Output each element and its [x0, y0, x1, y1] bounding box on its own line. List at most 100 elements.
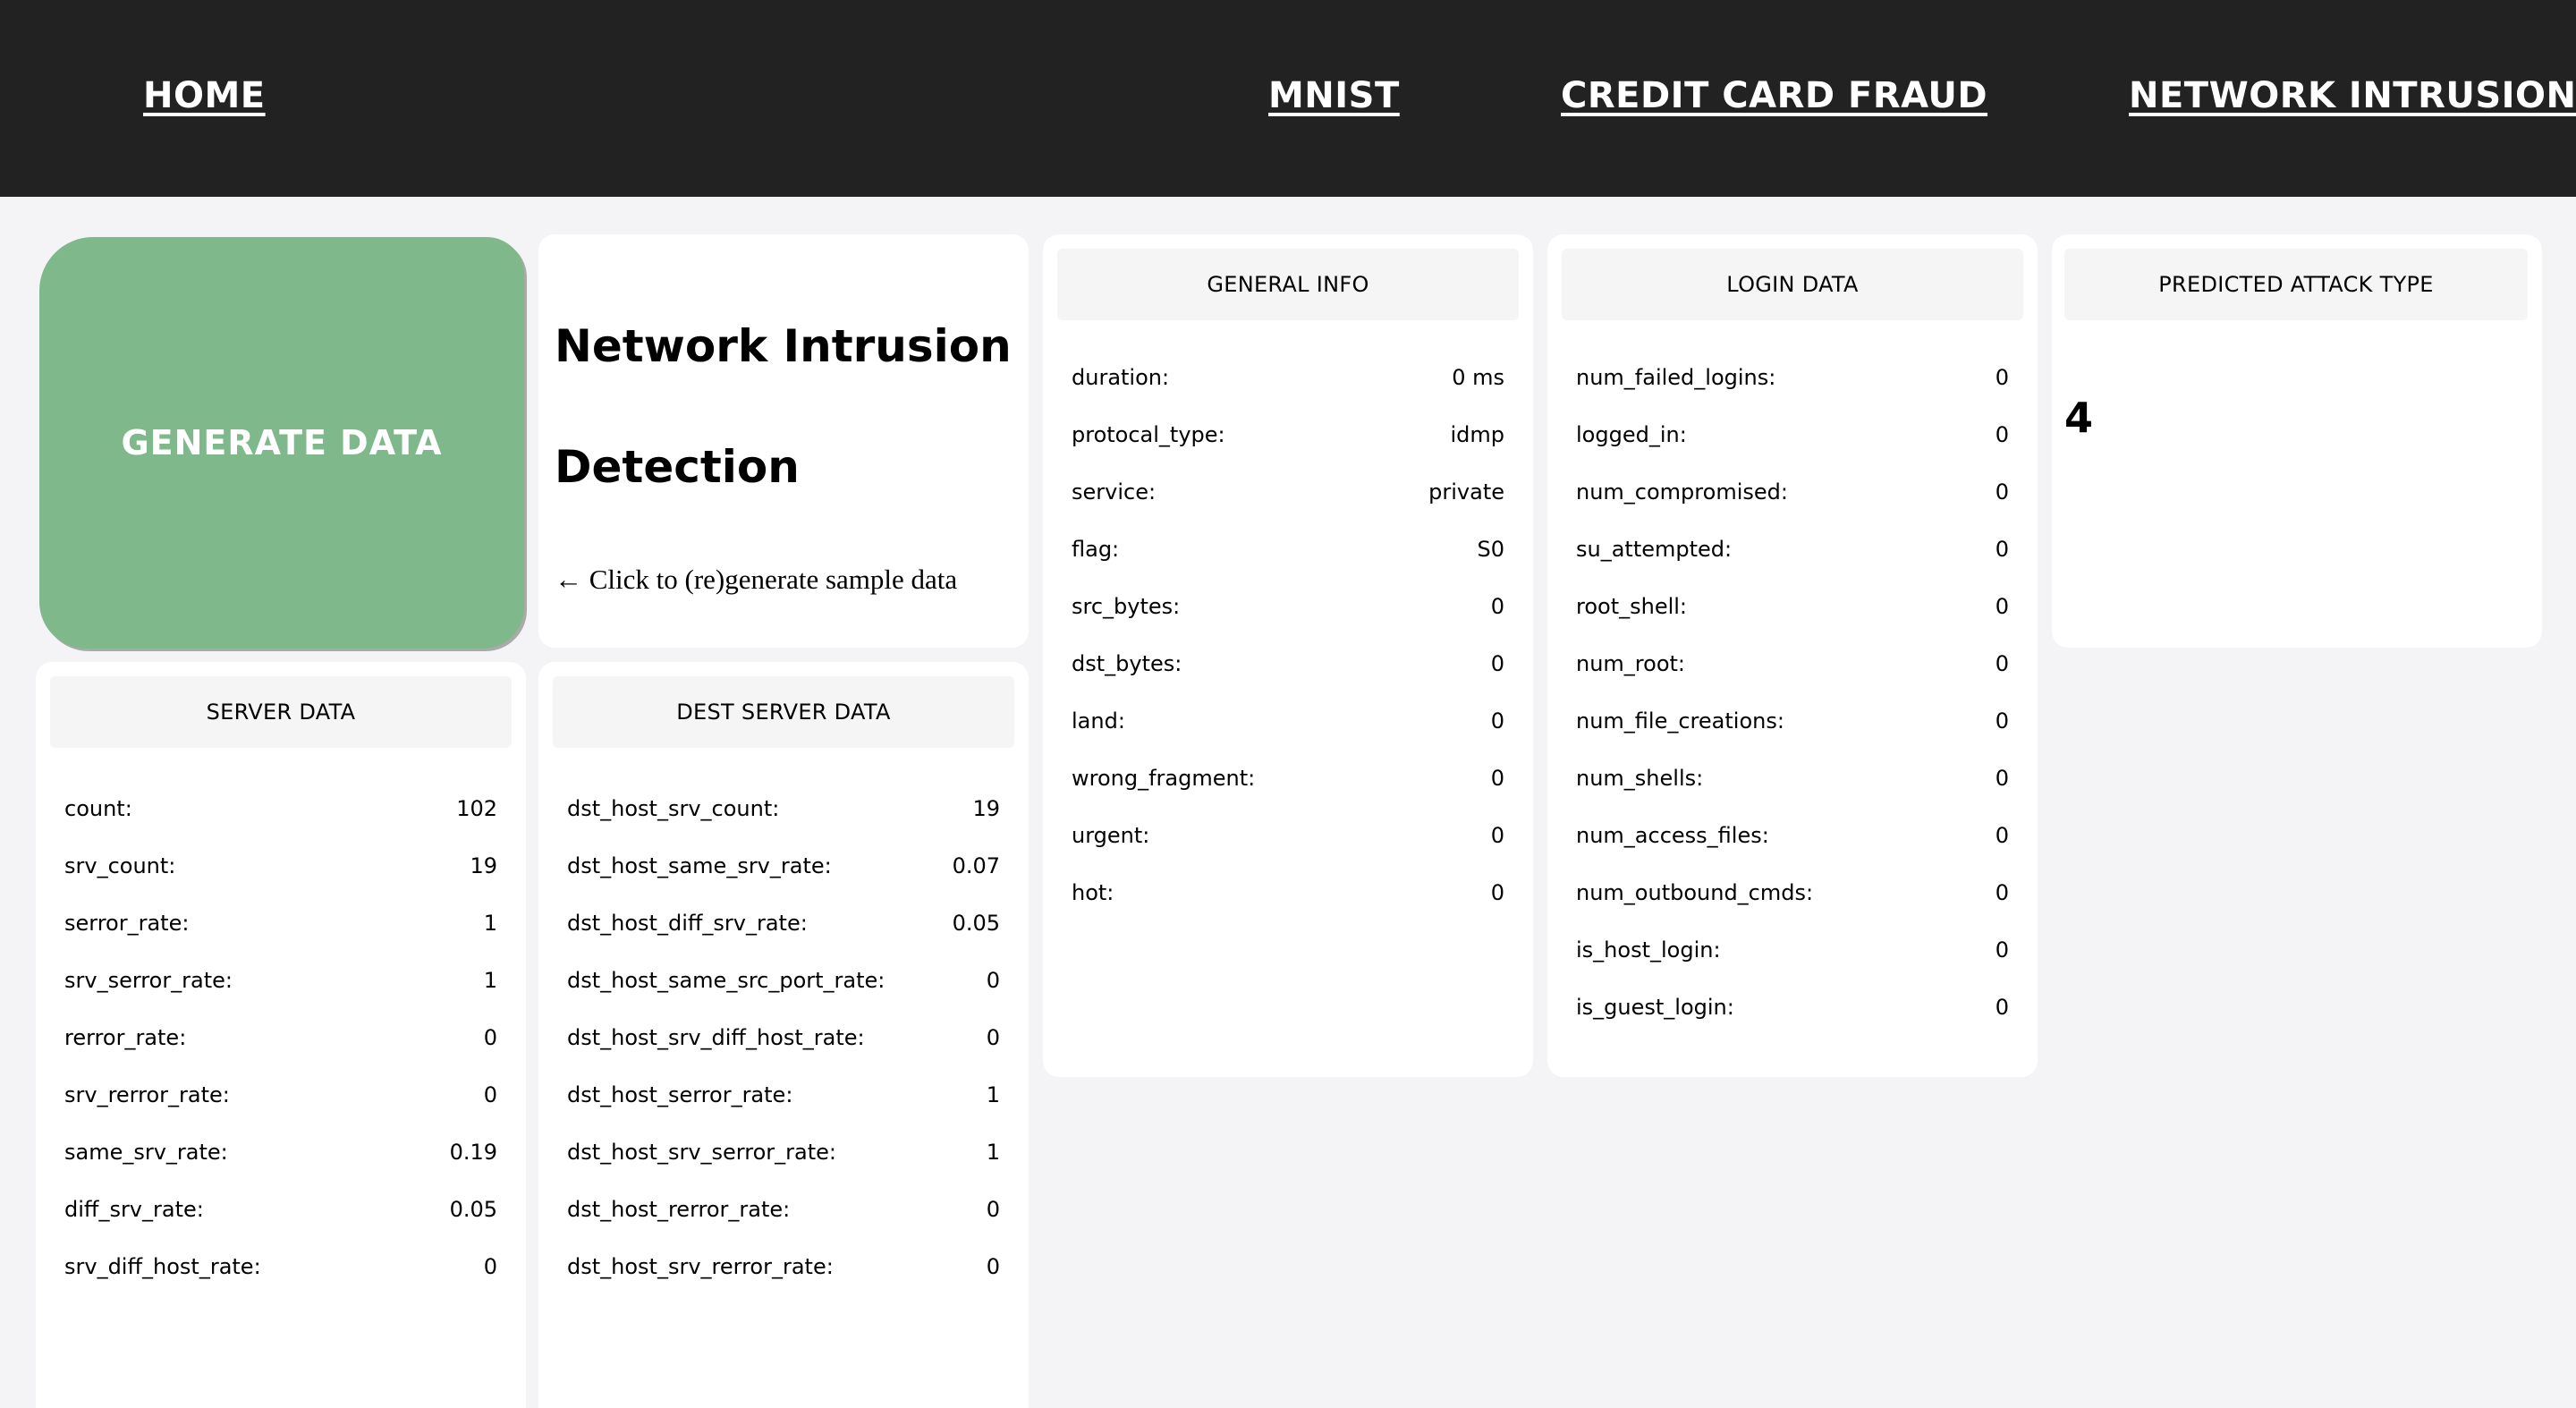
- field-value: idmp: [1450, 422, 1504, 447]
- data-row: hot: 0: [1072, 875, 1504, 911]
- field-value: private: [1428, 479, 1504, 505]
- field-label: num_root:: [1576, 651, 1686, 676]
- field-value: 0: [1995, 422, 2009, 447]
- field-label: dst_host_rerror_rate:: [567, 1197, 791, 1222]
- field-value: 19: [972, 796, 1000, 821]
- data-row: flag: S0: [1072, 531, 1504, 567]
- data-row: num_file_creations: 0: [1576, 703, 2009, 739]
- field-value: 0: [1995, 708, 2009, 734]
- field-label: is_host_login:: [1576, 937, 1721, 963]
- login-data-card: LOGIN DATA num_failed_logins: 0 logged_in:…: [1547, 234, 2038, 1077]
- data-row: rerror_rate: 0: [64, 1020, 497, 1056]
- field-label: dst_host_serror_rate:: [567, 1082, 793, 1107]
- field-label: wrong_fragment:: [1072, 766, 1256, 791]
- field-value: 0: [1995, 479, 2009, 505]
- field-value: 1: [986, 1082, 1000, 1107]
- data-row: srv_serror_rate: 1: [64, 963, 497, 998]
- data-row: root_shell: 0: [1576, 589, 2009, 624]
- field-label: src_bytes:: [1072, 594, 1181, 619]
- data-row: wrong_fragment: 0: [1072, 760, 1504, 796]
- field-value: 0: [483, 1254, 497, 1279]
- field-label: same_srv_rate:: [64, 1140, 228, 1165]
- page-title-line-1: Network Intrusion: [555, 320, 1012, 372]
- field-label: srv_count:: [64, 853, 176, 878]
- field-value: 0.19: [449, 1140, 497, 1165]
- field-label: dst_host_same_srv_rate:: [567, 853, 832, 878]
- field-label: protocal_type:: [1072, 422, 1225, 447]
- top-nav-bar: HOME MNIST CREDIT CARD FRAUD NETWORK INT…: [0, 0, 2576, 197]
- nav-link-credit-card-fraud[interactable]: CREDIT CARD FRAUD: [1561, 75, 1987, 116]
- field-label: dst_bytes:: [1072, 651, 1182, 676]
- field-label: service:: [1072, 479, 1157, 505]
- generate-data-button[interactable]: GENERATE DATA: [39, 237, 524, 649]
- general-info-header: GENERAL INFO: [1057, 249, 1519, 320]
- data-row: serror_rate: 1: [64, 905, 497, 941]
- field-label: dst_host_same_src_port_rate:: [567, 968, 886, 993]
- data-row: urgent: 0: [1072, 818, 1504, 853]
- field-label: logged_in:: [1576, 422, 1687, 447]
- field-value: 102: [456, 796, 497, 821]
- nav-link-home[interactable]: HOME: [143, 75, 266, 116]
- field-value: 0.05: [449, 1197, 497, 1222]
- nav-link-mnist[interactable]: MNIST: [1268, 75, 1400, 116]
- field-label: srv_diff_host_rate:: [64, 1254, 261, 1279]
- field-value: 0: [1995, 594, 2009, 619]
- nav-link-network-intrusion[interactable]: NETWORK INTRUSION: [2129, 75, 2576, 116]
- data-row: protocal_type: idmp: [1072, 417, 1504, 453]
- field-value: 0: [1490, 823, 1504, 848]
- data-row: num_root: 0: [1576, 646, 2009, 682]
- field-value: 0: [986, 968, 1000, 993]
- field-value: 0: [1490, 708, 1504, 734]
- field-label: flag:: [1072, 537, 1120, 562]
- data-row: dst_host_srv_count: 19: [567, 791, 1000, 827]
- field-label: is_guest_login:: [1576, 995, 1734, 1020]
- field-value: 0: [1995, 766, 2009, 791]
- data-row: num_access_files: 0: [1576, 818, 2009, 853]
- field-label: land:: [1072, 708, 1125, 734]
- field-value: 0.07: [952, 853, 1000, 878]
- field-label: dst_host_srv_count:: [567, 796, 780, 821]
- data-row: count: 102: [64, 791, 497, 827]
- data-row: is_guest_login: 0: [1576, 989, 2009, 1025]
- field-value: 0: [1490, 880, 1504, 905]
- data-row: is_host_login: 0: [1576, 932, 2009, 968]
- field-value: 1: [986, 1140, 1000, 1165]
- field-label: su_attempted:: [1576, 537, 1733, 562]
- data-row: num_outbound_cmds: 0: [1576, 875, 2009, 911]
- data-row: srv_diff_host_rate: 0: [64, 1249, 497, 1285]
- field-value: 0: [1995, 651, 2009, 676]
- field-label: duration:: [1072, 365, 1170, 390]
- field-value: 19: [470, 853, 497, 878]
- field-value: 0: [986, 1025, 1000, 1050]
- data-row: dst_host_diff_srv_rate: 0.05: [567, 905, 1000, 941]
- field-label: srv_rerror_rate:: [64, 1082, 230, 1107]
- field-label: serror_rate:: [64, 911, 190, 936]
- field-value: 0: [483, 1082, 497, 1107]
- field-label: num_failed_logins:: [1576, 365, 1776, 390]
- field-label: dst_host_srv_diff_host_rate:: [567, 1025, 865, 1050]
- general-info-card: GENERAL INFO duration: 0 ms protocal_type:…: [1043, 234, 1533, 1077]
- server-data-header: SERVER DATA: [50, 676, 512, 748]
- data-row: num_failed_logins: 0: [1576, 360, 2009, 395]
- field-value: 0: [986, 1197, 1000, 1222]
- dest-server-data-header: DEST SERVER DATA: [553, 676, 1014, 748]
- field-value: 0: [1995, 880, 2009, 905]
- field-label: num_file_creations:: [1576, 708, 1784, 734]
- field-value: 0: [483, 1025, 497, 1050]
- data-row: service: private: [1072, 474, 1504, 510]
- field-label: rerror_rate:: [64, 1025, 187, 1050]
- field-label: urgent:: [1072, 823, 1150, 848]
- data-row: num_compromised: 0: [1576, 474, 2009, 510]
- field-value: 0: [1490, 594, 1504, 619]
- field-label: srv_serror_rate:: [64, 968, 233, 993]
- data-row: dst_host_rerror_rate: 0: [567, 1192, 1000, 1227]
- data-row: dst_host_srv_diff_host_rate: 0: [567, 1020, 1000, 1056]
- data-row: srv_count: 19: [64, 848, 497, 884]
- predicted-attack-value: 4: [2064, 394, 2094, 442]
- predicted-attack-header: PREDICTED ATTACK TYPE: [2064, 249, 2528, 320]
- login-data-header: LOGIN DATA: [1562, 249, 2023, 320]
- data-row: land: 0: [1072, 703, 1504, 739]
- field-label: diff_srv_rate:: [64, 1197, 204, 1222]
- field-label: num_compromised:: [1576, 479, 1788, 505]
- field-value: 0: [1995, 537, 2009, 562]
